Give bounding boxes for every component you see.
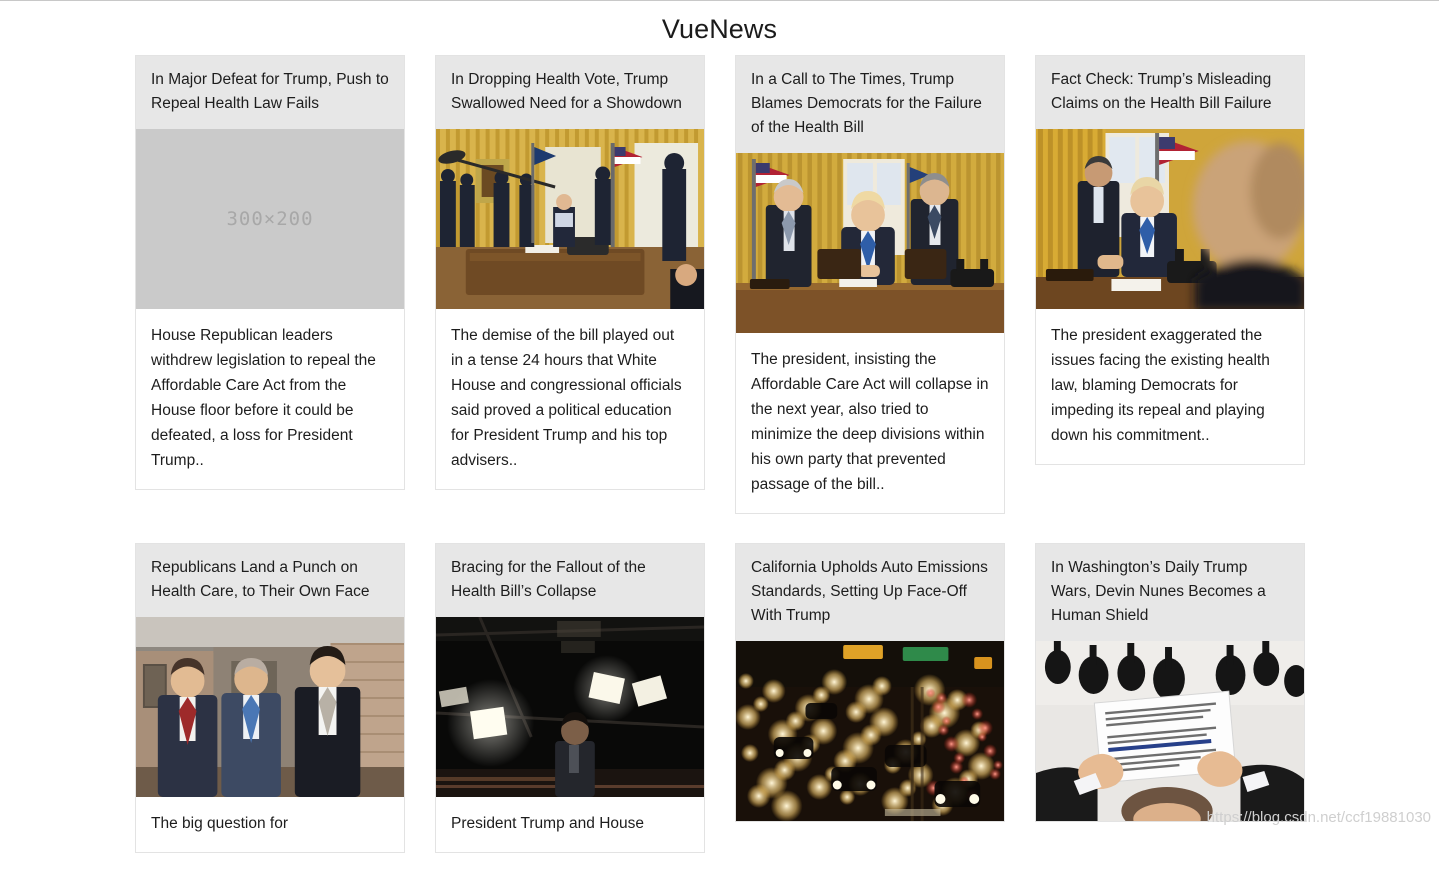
news-card-title: In Washington’s Daily Trump Wars, Devin …	[1036, 544, 1304, 641]
news-card-description: House Republican leaders withdrew legisl…	[136, 309, 404, 489]
news-card-title: In a Call to The Times, Trump Blames Dem…	[736, 56, 1004, 153]
news-card[interactable]: Republicans Land a Punch on Health Care,…	[135, 543, 405, 853]
news-card-description: The president, insisting the Affordable …	[736, 333, 1004, 513]
news-card-image	[736, 153, 1004, 333]
news-card[interactable]: In a Call to The Times, Trump Blames Dem…	[735, 55, 1005, 514]
news-card-image	[436, 617, 704, 797]
news-card[interactable]: In Washington’s Daily Trump Wars, Devin …	[1035, 543, 1305, 822]
news-card-image	[736, 641, 1004, 821]
news-card-title: In Dropping Health Vote, Trump Swallowed…	[436, 56, 704, 129]
news-card-image	[436, 129, 704, 309]
news-card-description: The demise of the bill played out in a t…	[436, 309, 704, 489]
news-card-description: The president exaggerated the issues fac…	[1036, 309, 1304, 464]
news-card-grid: In Major Defeat for Trump, Push to Repea…	[135, 55, 1305, 882]
news-card[interactable]: Bracing for the Fallout of the Health Bi…	[435, 543, 705, 853]
news-card-title: Republicans Land a Punch on Health Care,…	[136, 544, 404, 617]
news-card-image	[1036, 641, 1304, 821]
news-card-title: Fact Check: Trump’s Misleading Claims on…	[1036, 56, 1304, 129]
news-card-title: In Major Defeat for Trump, Push to Repea…	[136, 56, 404, 129]
page-title: VueNews	[0, 0, 1439, 45]
news-card[interactable]: California Upholds Auto Emissions Standa…	[735, 543, 1005, 822]
news-card-image-placeholder: 300×200	[136, 129, 404, 309]
news-card[interactable]: In Major Defeat for Trump, Push to Repea…	[135, 55, 405, 490]
news-card[interactable]: In Dropping Health Vote, Trump Swallowed…	[435, 55, 705, 490]
news-card[interactable]: Fact Check: Trump’s Misleading Claims on…	[1035, 55, 1305, 465]
news-card-title: California Upholds Auto Emissions Standa…	[736, 544, 1004, 641]
news-card-description: President Trump and House	[436, 797, 704, 852]
window-top-divider	[0, 0, 1439, 1]
news-card-description: The big question for	[136, 797, 404, 852]
news-card-image	[136, 617, 404, 797]
news-card-image	[1036, 129, 1304, 309]
news-card-title: Bracing for the Fallout of the Health Bi…	[436, 544, 704, 617]
placeholder-size-label: 300×200	[226, 208, 313, 230]
